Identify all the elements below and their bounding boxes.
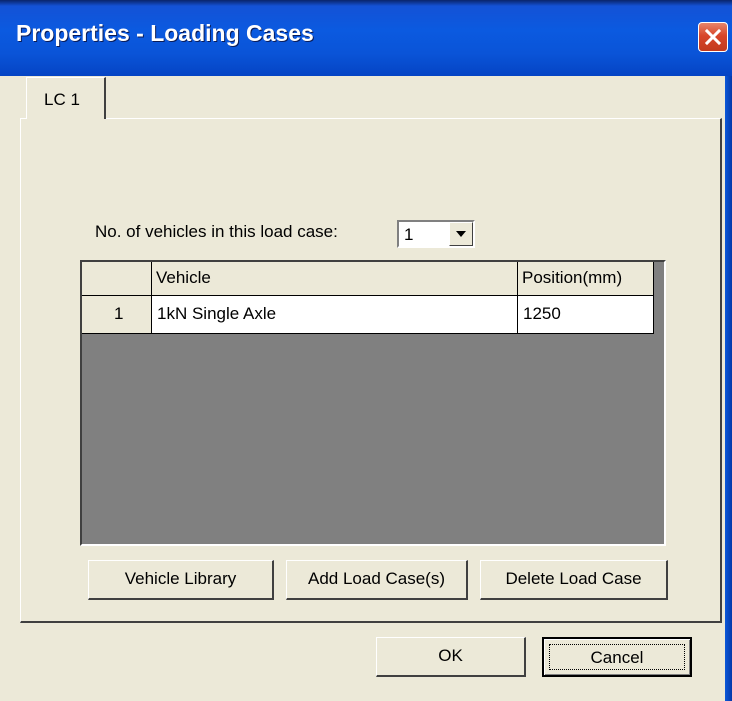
chevron-down-icon	[456, 231, 466, 237]
vehicle-count-value: 1	[404, 225, 414, 244]
window-frame-right	[725, 76, 732, 701]
properties-dialog: Properties - Loading Cases LC 1 No. of v…	[0, 0, 732, 701]
table-corner-header	[82, 262, 152, 296]
delete-load-case-button[interactable]: Delete Load Case	[480, 560, 668, 600]
dropdown-button[interactable]	[449, 222, 473, 246]
table-cell-vehicle[interactable]: 1kN Single Axle	[152, 296, 518, 334]
ok-button[interactable]: OK	[376, 637, 526, 677]
vehicle-table[interactable]: Vehicle Position(mm) 1 1kN Single Axle 1…	[80, 260, 666, 546]
close-icon	[704, 28, 722, 46]
window-title: Properties - Loading Cases	[16, 20, 314, 46]
add-load-case-button[interactable]: Add Load Case(s)	[286, 560, 468, 600]
title-bar[interactable]: Properties - Loading Cases	[0, 0, 732, 76]
column-header-position[interactable]: Position(mm)	[518, 262, 654, 296]
cancel-button-label: Cancel	[549, 644, 685, 670]
tab-label: LC 1	[44, 90, 80, 109]
vehicle-count-label: No. of vehicles in this load case:	[95, 222, 338, 241]
vehicle-count-select[interactable]: 1	[397, 220, 475, 248]
table-cell-position[interactable]: 1250	[518, 296, 654, 334]
column-header-vehicle[interactable]: Vehicle	[152, 262, 518, 296]
vehicle-library-button[interactable]: Vehicle Library	[88, 560, 274, 600]
close-button[interactable]	[698, 22, 728, 52]
tab-lc1[interactable]: LC 1	[26, 77, 106, 119]
row-header[interactable]: 1	[82, 296, 152, 334]
cancel-button[interactable]: Cancel	[542, 637, 692, 677]
